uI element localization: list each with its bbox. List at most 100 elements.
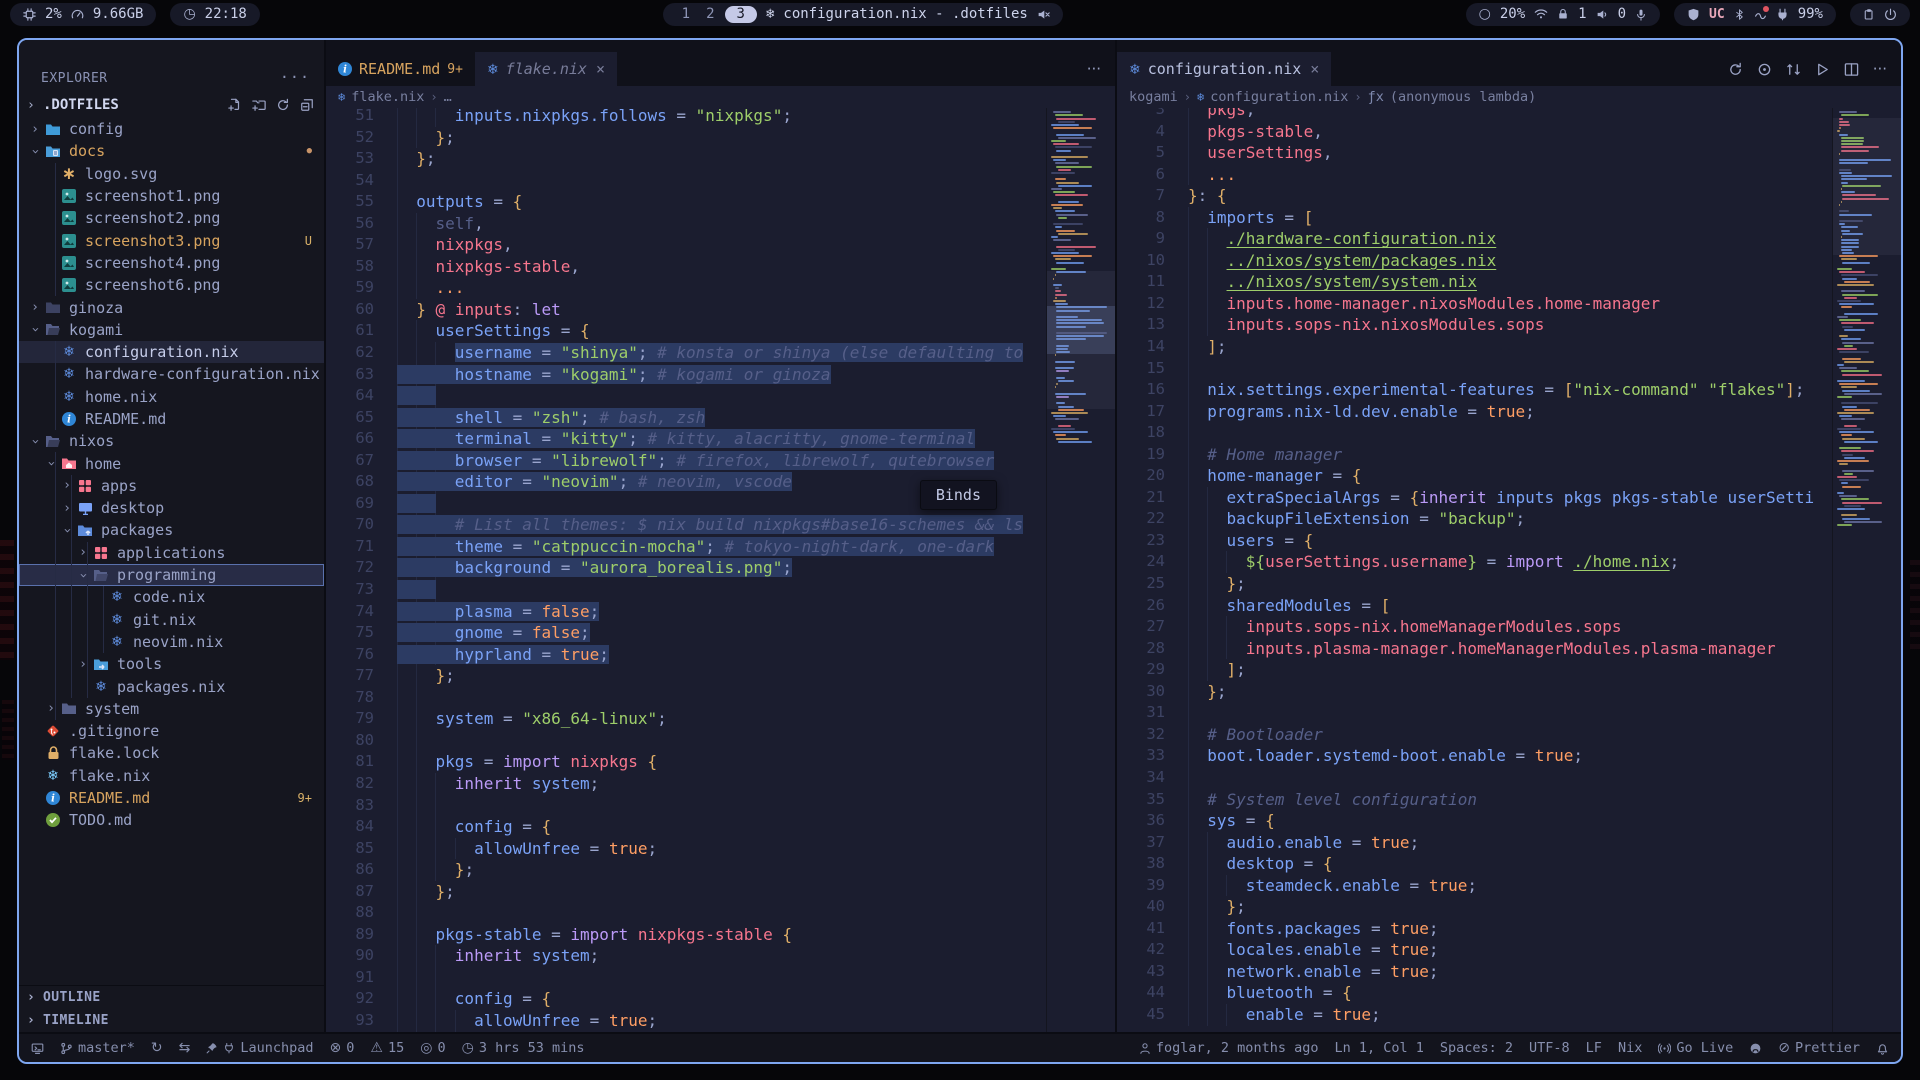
breadcrumbs-right[interactable]: kogami › ❄ configuration.nix › ƒx (anony… [1117,86,1901,108]
timeline-section[interactable]: › TIMELINE [19,1009,324,1032]
tree-item-hardware-configuration-nix[interactable]: ❄hardware-configuration.nix [19,363,324,385]
status-warnings[interactable]: ⚠15 [370,1040,404,1056]
breadcrumb-symbol[interactable]: … [444,89,452,105]
status-go-live[interactable]: Go Live [1658,1040,1733,1056]
refresh-explorer-icon[interactable] [276,98,290,112]
sync-icon[interactable] [1728,62,1743,77]
status-wakatime[interactable]: ◷3 hrs 53 mins [462,1040,585,1056]
more-actions-icon[interactable]: ··· [1087,60,1101,78]
chevron-right-icon[interactable]: › [27,300,43,315]
chevron-right-icon[interactable]: › [59,501,75,516]
status-eol[interactable]: LF [1586,1040,1602,1056]
chevron-right-icon[interactable]: › [75,545,91,560]
tree-item-packages-nix[interactable]: ❄packages.nix [19,675,324,697]
status-extension-status[interactable] [1749,1042,1762,1055]
shield-tray-icon[interactable] [1687,8,1700,21]
app-tray-icon[interactable]: UC [1709,7,1725,22]
tree-item-ginoza[interactable]: ›ginoza [19,296,324,318]
status-sync-changes[interactable]: ↻ [151,1040,163,1056]
tree-item-flake-lock[interactable]: flake.lock [19,742,324,764]
microphone-icon[interactable] [1635,8,1647,21]
bluetooth-icon[interactable] [1734,8,1745,21]
tree-item-apps[interactable]: ›apps [19,475,324,497]
code-editor-left[interactable]: 51 inputs.nixpkgs.follows = "nixpkgs";52… [326,108,1115,1032]
tree-item-neovim-nix[interactable]: ❄neovim.nix [19,631,324,653]
tab-configuration-nix[interactable]: ❄configuration.nix× [1117,52,1331,86]
status-encoding[interactable]: UTF-8 [1529,1040,1570,1056]
tree-item-nixos[interactable]: ›nixos [19,430,324,452]
tree-item-docs[interactable]: ›docs● [19,140,324,162]
status-ports[interactable]: ◎0 [420,1040,445,1056]
tree-item-screenshot2-png[interactable]: screenshot2.png [19,207,324,229]
tab-readme-md[interactable]: iREADME.md9+ [326,52,475,86]
tree-item-home-nix[interactable]: ❄home.nix [19,386,324,408]
collapse-folders-icon[interactable] [300,98,314,112]
vpn-lock-icon[interactable] [1557,8,1569,20]
chevron-right-icon[interactable]: › [75,657,91,672]
workspace-2[interactable]: 2 [700,6,720,22]
wifi-icon[interactable] [1534,7,1548,21]
status-prettier[interactable]: ⊘Prettier [1778,1040,1860,1056]
tree-item-system[interactable]: ›system [19,698,324,720]
chevron-down-icon[interactable]: › [28,433,43,449]
status-remote-window[interactable] [31,1042,44,1055]
new-file-icon[interactable] [228,98,242,112]
more-actions-icon[interactable]: ··· [1873,60,1887,78]
chevron-down-icon[interactable]: › [28,322,43,338]
tree-item-home[interactable]: ›home [19,452,324,474]
close-icon[interactable]: × [596,60,605,78]
status-indentation[interactable]: Spaces: 2 [1440,1040,1513,1056]
tree-item-packages[interactable]: ›packages [19,519,324,541]
run-icon[interactable] [1815,62,1830,77]
tree-item-programming[interactable]: ›programming [19,564,324,586]
breadcrumb-file[interactable]: configuration.nix [1210,89,1348,105]
chevron-down-icon[interactable]: › [28,143,43,159]
compare-icon[interactable] [1786,62,1801,77]
explorer-more-actions-icon[interactable]: ··· [280,68,310,86]
tree-item-screenshot1-png[interactable]: screenshot1.png [19,185,324,207]
status-cursor-position[interactable]: Ln 1, Col 1 [1334,1040,1423,1056]
tree-item-config[interactable]: ›config [19,118,324,140]
tree-item-configuration-nix[interactable]: ❄configuration.nix [19,341,324,363]
breadcrumb-file[interactable]: flake.nix [351,89,424,105]
tree-item-applications[interactable]: ›applications [19,542,324,564]
status-git-branch[interactable]: master* [60,1040,135,1056]
breadcrumbs-left[interactable]: ❄ flake.nix › … [326,86,1115,108]
minimap-slider[interactable] [1833,118,1901,256]
close-icon[interactable]: × [1310,60,1319,78]
tree-item-kogami[interactable]: ›kogami [19,319,324,341]
workspace-switcher[interactable]: 123 [676,6,757,23]
explorer-root-row[interactable]: › .DOTFILES [19,92,324,118]
status-compare-changes[interactable]: ⇆ [179,1040,191,1056]
chevron-right-icon[interactable]: › [59,478,75,493]
notification-tray-icon[interactable] [1754,8,1767,21]
status-notifications[interactable] [1876,1042,1889,1055]
tree-item-todo-md[interactable]: TODO.md [19,809,324,831]
status-git-blame[interactable]: foglar, 2 months ago [1139,1040,1319,1056]
new-folder-icon[interactable] [252,98,266,112]
tree-item-logo-svg[interactable]: ∗logo.svg [19,163,324,185]
tree-item--gitignore[interactable]: .gitignore [19,720,324,742]
open-changes-icon[interactable] [1757,62,1772,77]
mute-icon[interactable] [1037,8,1050,21]
tab-flake-nix[interactable]: ❄flake.nix× [475,52,617,86]
tree-item-readme-md[interactable]: iREADME.md9+ [19,787,324,809]
code-editor-right[interactable]: 3 pkgs,4 pkgs-stable,5 userSettings,6 ..… [1117,108,1901,1032]
chevron-down-icon[interactable]: › [60,522,75,538]
chevron-right-icon[interactable]: › [27,122,43,137]
speaker-icon[interactable] [1596,8,1609,21]
status-launchpad[interactable]: Launchpad [206,1040,313,1056]
chevron-down-icon[interactable]: › [44,456,59,472]
status-language-mode[interactable]: Nix [1618,1040,1642,1056]
chevron-down-icon[interactable]: › [76,567,91,583]
clipboard-icon[interactable] [1863,8,1875,21]
workspace-1[interactable]: 1 [676,6,696,22]
split-editor-icon[interactable] [1844,62,1859,77]
breadcrumb-folder[interactable]: kogami [1129,89,1178,105]
chevron-right-icon[interactable]: › [43,701,59,716]
breadcrumb-symbol[interactable]: (anonymous lambda) [1390,89,1536,105]
power-icon[interactable] [1884,8,1897,21]
minimap-left[interactable] [1046,108,1115,1032]
status-errors[interactable]: ⊗0 [330,1040,355,1056]
workspace-3-active[interactable]: 3 [725,6,757,23]
